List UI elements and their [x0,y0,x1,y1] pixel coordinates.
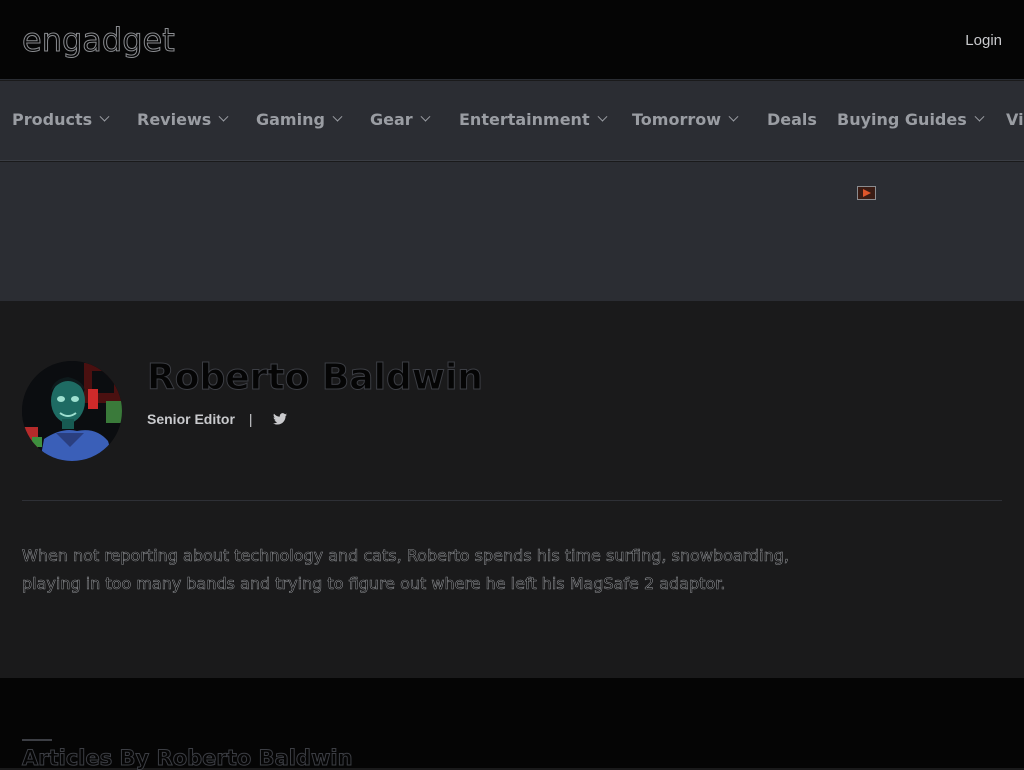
profile-divider [22,500,1002,501]
section-accent-rule [22,739,52,741]
chevron-down-icon [597,111,608,122]
engadget-logo[interactable]: engadget [22,24,176,57]
ad-banner [0,162,1024,301]
avatar-photo [22,361,122,461]
main-nav: Products Reviews Gaming Gear Entertainme… [0,81,1024,161]
chevron-down-icon [974,111,985,122]
articles-heading: Articles By Roberto Baldwin [22,746,354,770]
nav-item-buying-guides[interactable]: Buying Guides [837,110,985,129]
chevron-down-icon [420,111,431,122]
nav-item-gaming[interactable]: Gaming [256,110,343,129]
nav-item-label: Vi [1006,110,1024,129]
nav-item-reviews[interactable]: Reviews [137,110,229,129]
chevron-down-icon [332,111,343,122]
nav-item-gear[interactable]: Gear [370,110,431,129]
author-meta: Senior Editor | [147,411,287,427]
login-link[interactable]: Login [965,32,1002,49]
nav-item-label: Buying Guides [837,110,967,129]
meta-separator: | [248,411,253,427]
twitter-icon[interactable] [272,413,287,425]
chevron-down-icon [99,111,110,122]
nav-item-label: Entertainment [459,110,590,129]
nav-item-products[interactable]: Products [12,110,110,129]
nav-item-label: Gaming [256,110,325,129]
nav-item-label: Tomorrow [632,110,721,129]
author-name-heading: Roberto Baldwin [147,357,484,399]
nav-item-deals[interactable]: Deals [767,110,817,129]
nav-item-label: Reviews [137,110,212,129]
top-header: engadget Login [0,0,1024,80]
ad-choices-icon[interactable] [857,186,876,200]
nav-item-label: Products [12,110,93,129]
author-bio: When not reporting about technology and … [22,546,790,594]
nav-item-label: Deals [767,110,817,129]
author-avatar [22,361,122,461]
nav-item-tomorrow[interactable]: Tomorrow [632,110,739,129]
nav-item-label: Gear [370,110,413,129]
nav-item-video[interactable]: Vi [1006,110,1024,129]
nav-item-entertainment[interactable]: Entertainment [459,110,608,129]
author-title: Senior Editor [147,411,235,427]
chevron-down-icon [728,111,739,122]
chevron-down-icon [218,111,229,122]
